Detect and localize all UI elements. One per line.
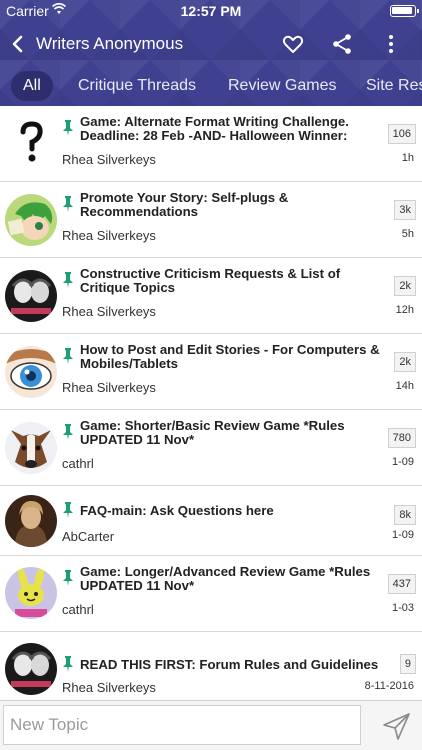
reply-count-badge: 8k — [394, 505, 416, 525]
portrait-avatar — [5, 495, 57, 547]
topic-author: AbCarter — [62, 529, 115, 544]
topic-author: Rhea Silverkeys — [62, 380, 156, 395]
nav-title: Writers Anonymous — [36, 34, 184, 53]
topic-row[interactable]: Game: Alternate Format Writing Challenge… — [0, 106, 422, 182]
topic-title: FAQ-main: Ask Questions here — [80, 504, 274, 518]
pin-icon — [63, 656, 73, 672]
nav-bar: Writers Anonymous — [0, 26, 422, 62]
reply-count-badge: 780 — [387, 428, 416, 448]
green-haired-character-avatar — [5, 194, 57, 246]
topic-author: Rhea Silverkeys — [62, 304, 156, 319]
topic-row[interactable]: FAQ-main: Ask Questions here AbCarter 8k… — [0, 486, 422, 556]
status-bar: Carrier 12:57 PM — [0, 0, 422, 22]
topic-row[interactable]: How to Post and Edit Stories - For Compu… — [0, 334, 422, 410]
topic-time: 1h — [401, 152, 414, 164]
pin-icon — [63, 570, 73, 586]
topic-time: 5h — [401, 228, 414, 240]
tab-review-games[interactable]: Review Games — [228, 71, 336, 101]
pin-icon — [63, 348, 73, 364]
status-time: 12:57 PM — [180, 3, 242, 19]
topic-list: Game: Alternate Format Writing Challenge… — [0, 106, 422, 698]
topic-author: Rhea Silverkeys — [62, 152, 156, 167]
pin-icon — [63, 120, 73, 136]
topic-row[interactable]: Promote Your Story: Self-plugs & Recomme… — [0, 182, 422, 258]
topic-title: READ THIS FIRST: Forum Rules and Guideli… — [80, 658, 379, 672]
tab-site-resources[interactable]: Site Res — [366, 71, 422, 101]
send-icon[interactable] — [382, 711, 412, 741]
reply-count-badge: 2k — [394, 352, 416, 372]
heart-icon[interactable] — [281, 32, 305, 56]
topic-title: Constructive Criticism Requests & List o… — [80, 267, 341, 295]
reply-count-badge: 3k — [394, 200, 416, 220]
pin-icon — [63, 196, 73, 212]
pin-icon — [63, 272, 73, 288]
topic-row[interactable]: Game: Longer/Advanced Review Game *Rules… — [0, 556, 422, 632]
battery-icon — [390, 5, 419, 17]
topic-title: Game: Longer/Advanced Review Game *Rules… — [80, 565, 371, 593]
question-mark-avatar — [5, 116, 57, 168]
twins-sketch-avatar — [5, 643, 57, 695]
tab-critique-threads[interactable]: Critique Threads — [78, 71, 196, 101]
topic-time: 8-11-2016 — [364, 680, 414, 692]
reply-count-badge: 9 — [399, 654, 416, 674]
topic-time: 14h — [395, 380, 414, 392]
back-chevron-icon[interactable] — [6, 32, 30, 56]
topic-time: 1-09 — [391, 456, 414, 468]
topic-row[interactable]: Game: Shorter/Basic Review Game *Rules U… — [0, 410, 422, 486]
reply-count-badge: 437 — [387, 574, 416, 594]
topic-time: 1-03 — [391, 602, 414, 614]
topic-row[interactable]: Constructive Criticism Requests & List o… — [0, 258, 422, 334]
topic-title: How to Post and Edit Stories - For Compu… — [80, 343, 380, 371]
pin-icon — [63, 424, 73, 440]
topic-time: 12h — [395, 304, 414, 316]
compose-bar — [0, 700, 422, 750]
topic-author: Rhea Silverkeys — [62, 680, 156, 695]
category-tabs: All Critique Threads Review Games Site R… — [0, 68, 422, 104]
pin-icon — [63, 502, 73, 518]
twins-sketch-avatar — [5, 270, 57, 322]
yolo-bunny-avatar — [5, 567, 57, 619]
topic-author: cathrl — [62, 602, 94, 617]
more-vertical-icon[interactable] — [379, 32, 403, 56]
blue-eye-avatar — [5, 346, 57, 398]
reply-count-badge: 106 — [387, 124, 416, 144]
reply-count-badge: 2k — [394, 276, 416, 296]
topic-time: 1-09 — [391, 529, 414, 541]
share-icon[interactable] — [330, 32, 354, 56]
topic-author: cathrl — [62, 456, 94, 471]
header: Carrier 12:57 PM Writers Anonymous All C… — [0, 0, 422, 106]
topic-row[interactable]: READ THIS FIRST: Forum Rules and Guideli… — [0, 632, 422, 698]
dog-avatar — [5, 422, 57, 474]
topic-title: Game: Shorter/Basic Review Game *Rules U… — [80, 419, 345, 447]
new-topic-input[interactable] — [3, 705, 361, 745]
tab-all[interactable]: All — [11, 71, 53, 101]
topic-author: Rhea Silverkeys — [62, 228, 156, 243]
topic-title: Game: Alternate Format Writing Challenge… — [80, 115, 349, 143]
topic-title: Promote Your Story: Self-plugs & Recomme… — [80, 191, 289, 219]
